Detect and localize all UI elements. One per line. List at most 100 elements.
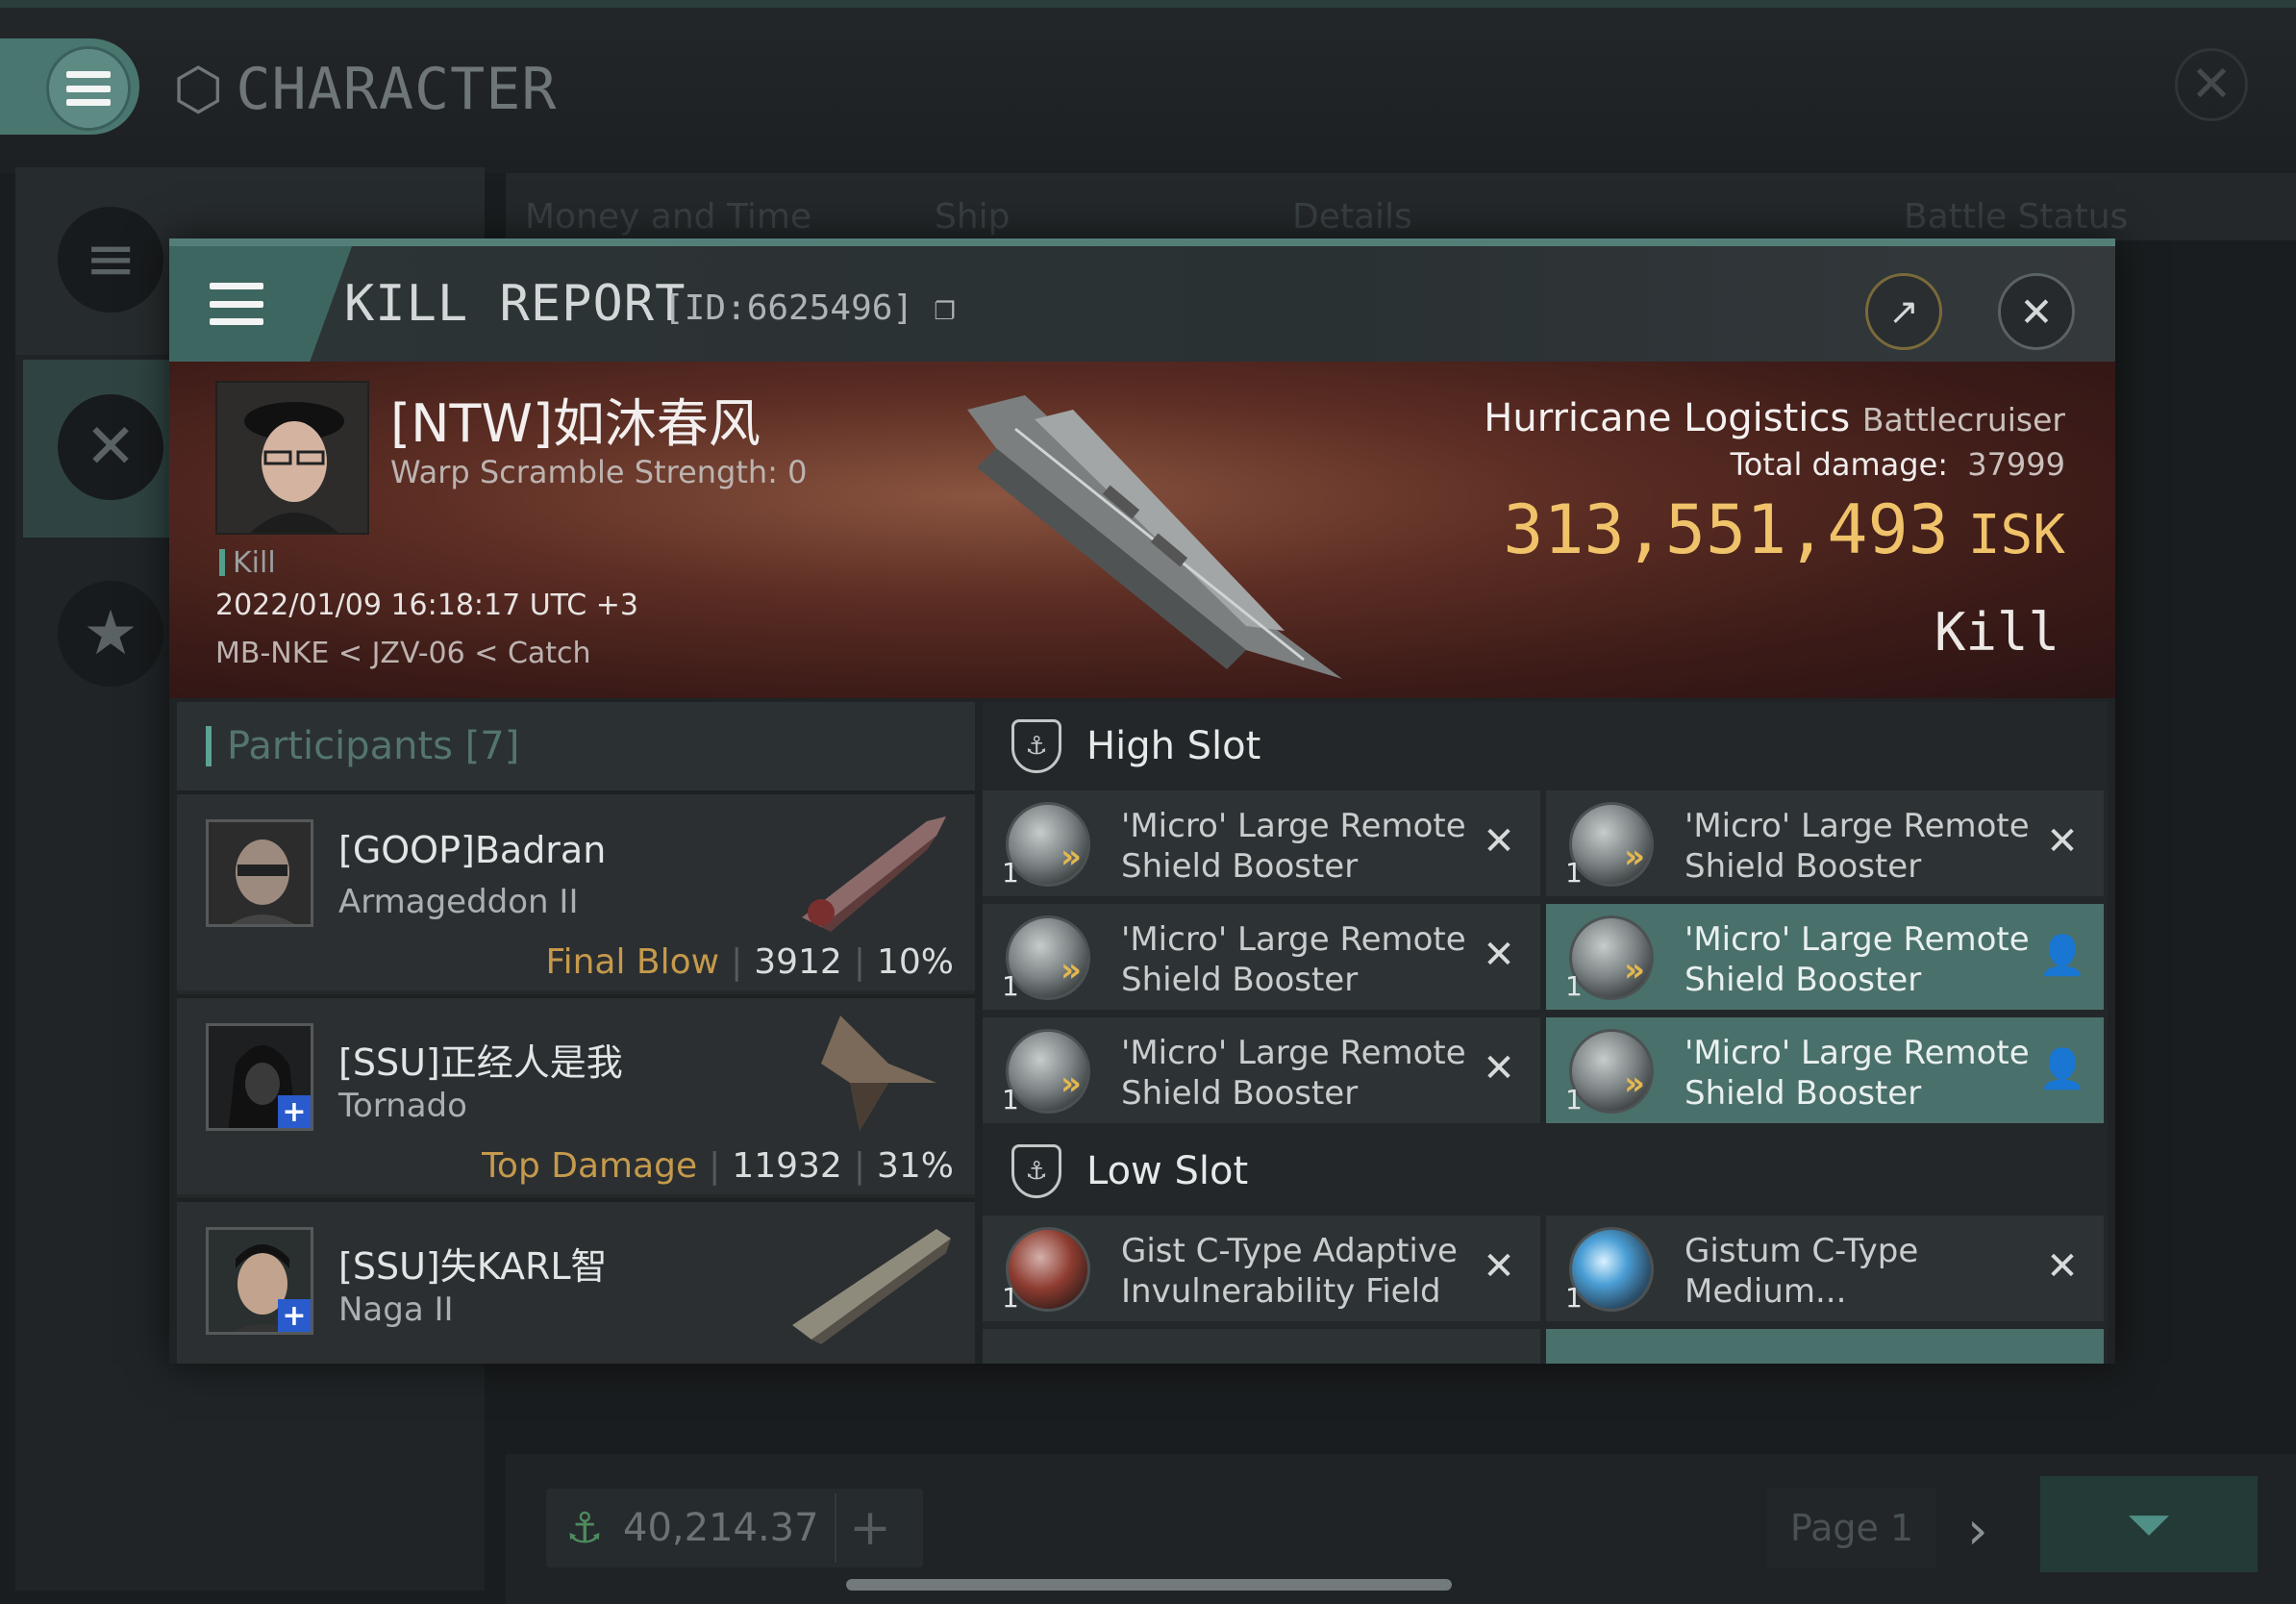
participant-damage-pct: 10% [876,942,954,982]
isk-icon: ⚓ [565,1503,604,1553]
high-slot-label: High Slot [1086,724,1261,768]
participant-role: Final Blow [545,942,720,982]
destroyed-icon: ✕ [1483,933,1515,977]
module-name: 'Micro' Large Remote Shield Booster [1685,1034,2030,1113]
module-slot[interactable]: 1 Gist C-Type Adaptive Invulnerability F… [983,1216,1540,1321]
app-title-text: CHARACTER [236,56,558,123]
app-close-button[interactable]: ✕ [2175,48,2248,121]
tab-money-and-time[interactable]: Money and Time [525,197,811,237]
report-id[interactable]: [ID:6625496] ❐ [663,288,955,328]
share-button[interactable]: ↗ [1865,273,1942,350]
app-title: ⬡ CHARACTER [173,56,558,123]
destroyed-icon: ✕ [1483,819,1515,864]
isk-balance: ⚓ 40,214.37 + [546,1489,923,1567]
participant-name: [GOOP]Badran [338,829,607,871]
fitting-panel: ⚓ High Slot 1 'Micro' Large Remote Shiel… [983,702,2108,1364]
tab-details[interactable]: Details [1292,197,1412,237]
module-name: 'Micro' Large Remote Shield Booster [1685,807,2030,886]
module-qty: 1 [1565,970,1583,1002]
module-slot[interactable]: 1 'Micro' Large Remote Shield Booster ✕ [983,904,1540,1010]
ship-name[interactable]: Hurricane Logistics [1484,396,1850,440]
participant-row[interactable]: + [SSU]失KARL智 Naga II [177,1198,975,1364]
high-slot-header: ⚓ High Slot [983,702,2108,790]
app-menu-button[interactable] [46,46,131,131]
avatar [206,819,313,927]
destroyed-icon: ✕ [1483,1046,1515,1090]
low-slot-icon: ⚓ [1011,1144,1061,1198]
module-qty: 1 [1002,1084,1019,1115]
isk-unit: ISK [1967,504,2065,566]
participant-ship: Tornado [338,1087,467,1125]
isk-amount: 313,551,493 [1503,490,1949,569]
participant-ship: Naga II [338,1291,454,1329]
crossed-swords-icon[interactable]: ✕ [58,394,163,500]
participant-ship-image [792,1229,951,1344]
list-icon[interactable]: ≡ [58,207,163,313]
total-damage-value: 37999 [1967,446,2065,483]
module-slot[interactable]: 1 'Micro' Large Remote Shield Booster ✕ [983,1017,1540,1123]
module-qty: 1 [1565,1084,1583,1115]
participant-name: [SSU]失KARL智 [338,1245,608,1288]
modal-menu-button[interactable] [169,246,304,362]
participants-panel: Participants [7] [GOOP]Badran Armageddon… [177,702,975,1364]
avatar: + [206,1023,313,1131]
kill-datetime: 2022/01/09 16:18:17 UTC +3 [215,589,638,622]
tab-battle-status[interactable]: Battle Status [1904,197,2128,237]
participant-ship-image [802,816,946,932]
filter-button[interactable]: ⏷ [2040,1476,2258,1572]
module-qty: 1 [1002,970,1019,1002]
add-isk-button[interactable]: + [835,1493,904,1563]
participant-role: Top Damage [482,1146,698,1186]
close-icon: ✕ [2019,288,2054,336]
close-button[interactable]: ✕ [1998,273,2075,350]
modal-header: KILL REPORT [ID:6625496] ❐ ↗ ✕ [169,238,2115,362]
module-name: 'Micro' Large Remote Shield Booster [1685,920,2030,999]
participant-damage: 3912 [754,942,842,982]
module-name: Gist C-Type Adaptive Invulnerability Fie… [1121,1232,1458,1311]
dropped-person-icon: 👤 [2038,933,2086,978]
star-icon[interactable]: ★ [58,581,163,687]
next-page-icon[interactable]: › [1967,1500,1988,1561]
destroyed-icon: ✕ [2046,1244,2079,1289]
victim-banner: [NTW]如沐春风 Warp Scramble Strength: 0 Kill… [169,362,2115,698]
top-accent-line [0,0,2296,8]
report-id-text: [ID:6625496] [663,288,914,328]
victim-ship: Hurricane Logistics Battlecruiser [1484,396,2065,440]
module-slot[interactable]: 1 'Micro' Large Remote Shield Booster 👤 [1546,904,2104,1010]
add-contact-icon[interactable]: + [278,1095,311,1128]
low-slot-label: Low Slot [1086,1149,1249,1193]
module-slot-partial[interactable] [1546,1329,2104,1364]
destroyed-icon: ✕ [2046,819,2079,864]
participant-damage: 11932 [732,1146,842,1186]
kill-tag: Kill [219,546,276,580]
avatar: + [206,1227,313,1335]
module-qty: 1 [1002,1282,1019,1314]
module-qty: 1 [1565,857,1583,889]
module-slot[interactable]: 1 Gistum C-Type Medium... ✕ [1546,1216,2104,1321]
participant-row[interactable]: [GOOP]Badran Armageddon II Final Blow | 39… [177,790,975,990]
modal-title: KILL REPORT [344,275,686,333]
home-indicator [846,1579,1452,1591]
isk-value: 313,551,493 ISK [1503,490,2065,569]
module-slot[interactable]: 1 'Micro' Large Remote Shield Booster ✕ [1546,790,2104,896]
module-slot[interactable]: 1 'Micro' Large Remote Shield Booster ✕ [983,790,1540,896]
add-contact-icon[interactable]: + [278,1299,311,1332]
module-slot[interactable]: 1 'Micro' Large Remote Shield Booster 👤 [1546,1017,2104,1123]
participant-ship-image [821,1015,936,1131]
tab-ship[interactable]: Ship [935,197,1011,237]
module-qty: 1 [1565,1282,1583,1314]
victim-portrait[interactable] [215,381,369,535]
isk-balance-value: 40,214.37 [623,1506,819,1550]
participant-row[interactable]: + [SSU]正经人是我 Tornado Top Damage | 11932 | 31… [177,994,975,1194]
participant-damage-pct: 31% [876,1146,954,1186]
total-damage: Total damage: 37999 [1731,446,2065,483]
module-slot-partial[interactable] [983,1329,1540,1364]
module-name: 'Micro' Large Remote Shield Booster [1121,1034,1466,1113]
outcome-label: Kill [1934,602,2059,663]
hamburger-icon [66,71,111,106]
copy-icon[interactable]: ❐ [935,288,956,328]
page-indicator: Page 1 [1767,1489,1936,1567]
participants-header[interactable]: Participants [7] [177,702,975,790]
victim-name[interactable]: [NTW]如沐春风 [390,381,761,457]
character-icon: ⬡ [173,56,225,123]
